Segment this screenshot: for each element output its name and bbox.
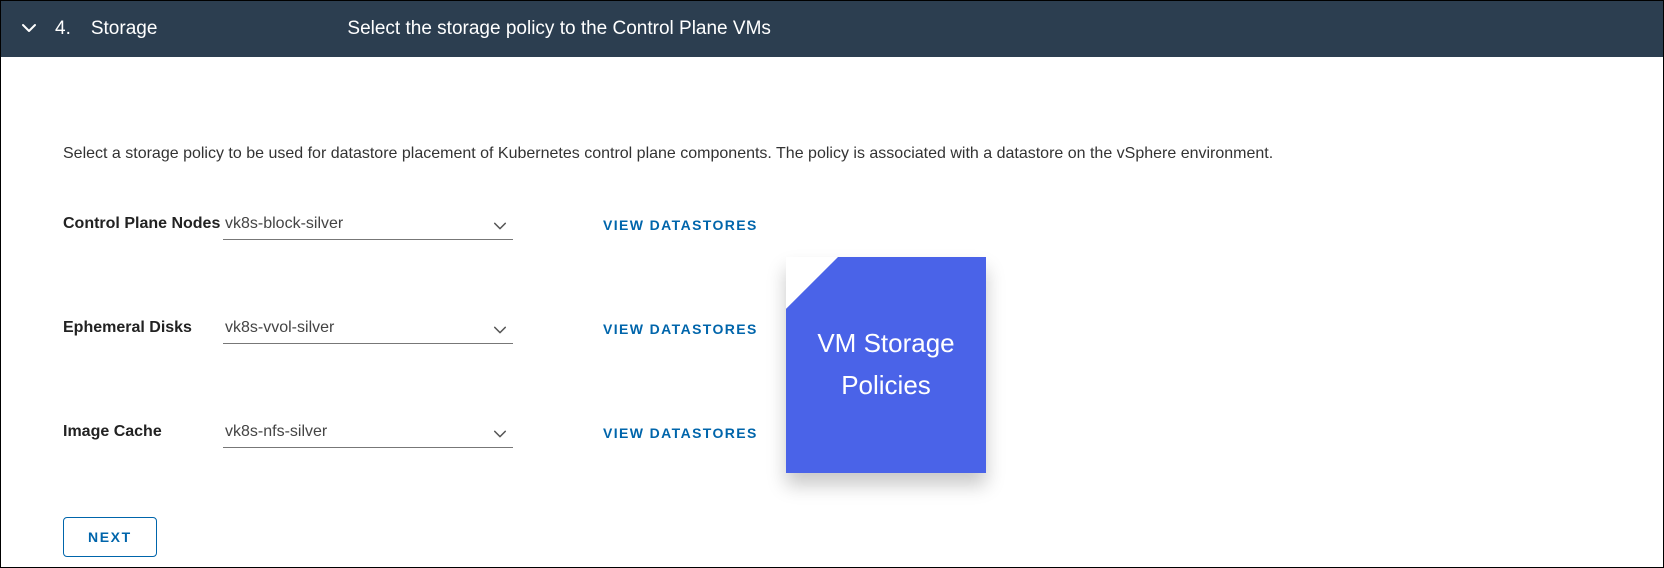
step-number: 4.	[55, 18, 71, 40]
label-ephemeral-disks: Ephemeral Disks	[63, 315, 223, 339]
label-image-cache: Image Cache	[63, 419, 223, 443]
next-button[interactable]: NEXT	[63, 517, 157, 557]
callout-annotation: VM Storage Policies	[786, 257, 986, 473]
chevron-down-icon[interactable]	[21, 20, 37, 36]
page-description: Select a storage policy to be used for d…	[63, 145, 1601, 163]
view-datastores-link[interactable]: VIEW DATASTORES	[603, 315, 758, 337]
select-value: vk8s-vvol-silver	[225, 319, 334, 336]
chevron-down-icon	[493, 427, 507, 446]
view-datastores-link[interactable]: VIEW DATASTORES	[603, 419, 758, 441]
callout-text: VM Storage Policies	[786, 323, 986, 406]
select-control-plane-nodes[interactable]: vk8s-block-silver	[223, 211, 513, 240]
chevron-down-icon	[493, 323, 507, 342]
select-image-cache[interactable]: vk8s-nfs-silver	[223, 419, 513, 448]
wizard-step-header: 4. Storage Select the storage policy to …	[1, 1, 1663, 57]
label-control-plane-nodes: Control Plane Nodes	[63, 211, 223, 235]
form-row-control-plane: Control Plane Nodes vk8s-block-silver VI…	[63, 211, 1601, 259]
content-area: Select a storage policy to be used for d…	[1, 57, 1663, 557]
step-description: Select the storage policy to the Control…	[347, 18, 771, 40]
chevron-down-icon	[493, 219, 507, 238]
select-value: vk8s-nfs-silver	[225, 423, 327, 440]
select-ephemeral-disks[interactable]: vk8s-vvol-silver	[223, 315, 513, 344]
select-value: vk8s-block-silver	[225, 215, 343, 232]
view-datastores-link[interactable]: VIEW DATASTORES	[603, 211, 758, 233]
step-title: Storage	[91, 18, 158, 40]
